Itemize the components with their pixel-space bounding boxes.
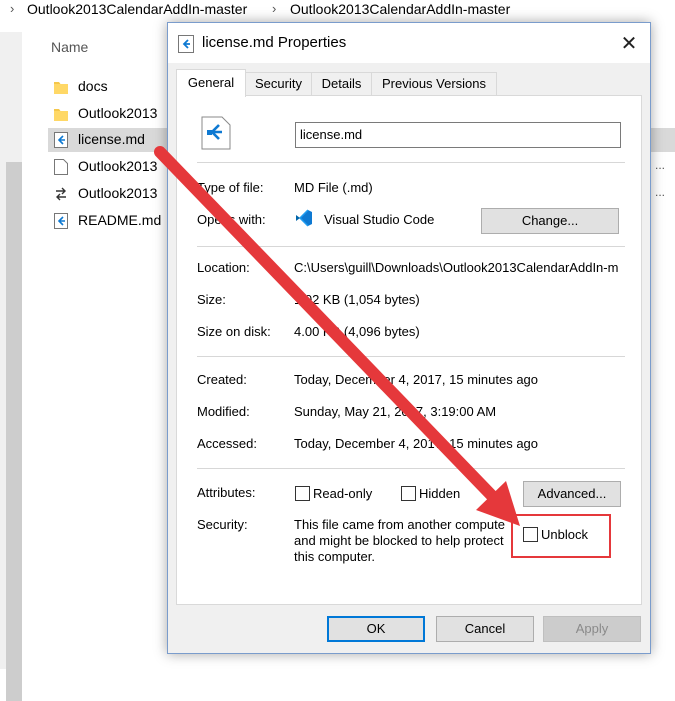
file-name: docs bbox=[78, 78, 108, 94]
scrollbar-thumb[interactable] bbox=[6, 162, 22, 701]
size-on-disk-label: Size on disk: bbox=[197, 324, 271, 339]
opens-with-label: Opens with: bbox=[197, 212, 266, 227]
security-message-line: and might be blocked to help protect bbox=[294, 533, 504, 548]
annotation-highlight-box bbox=[511, 514, 611, 558]
tab-security[interactable]: Security bbox=[245, 72, 312, 96]
read-only-checkbox[interactable] bbox=[295, 486, 310, 501]
document-icon bbox=[54, 159, 68, 175]
hidden-label: Hidden bbox=[419, 486, 461, 501]
created-label: Created: bbox=[197, 372, 247, 387]
dialog-title: license.md Properties bbox=[202, 34, 347, 51]
size-on-disk-value: 4.00 KB (4,096 bytes) bbox=[294, 324, 420, 339]
size-value: 1.02 KB (1,054 bytes) bbox=[294, 292, 420, 307]
divider bbox=[197, 246, 625, 247]
breadcrumb-chevron-icon: › bbox=[272, 1, 277, 16]
modified-value: Sunday, May 21, 2017, 3:19:00 AM bbox=[294, 404, 497, 419]
modified-label: Modified: bbox=[197, 404, 250, 419]
truncated-column-text: ... bbox=[655, 158, 666, 172]
divider bbox=[197, 356, 625, 357]
tab-general[interactable]: General bbox=[176, 69, 246, 97]
scrollbar-track[interactable] bbox=[0, 32, 22, 701]
cancel-button[interactable]: Cancel bbox=[436, 616, 534, 642]
general-panel: license.md Type of file: MD File (.md) O… bbox=[176, 95, 642, 605]
shortcut-icon bbox=[56, 187, 66, 201]
breadcrumb-item[interactable]: Outlook2013CalendarAddIn-master bbox=[27, 1, 247, 17]
breadcrumb: › Outlook2013CalendarAddIn-master › Outl… bbox=[0, 0, 675, 22]
truncated-column-text: ... bbox=[655, 185, 666, 199]
read-only-label: Read-only bbox=[313, 486, 373, 501]
file-name: Outlook2013 bbox=[78, 185, 158, 201]
column-header-name[interactable]: Name bbox=[51, 39, 88, 55]
tab-details[interactable]: Details bbox=[311, 72, 372, 96]
divider bbox=[197, 468, 625, 469]
properties-dialog: license.md Properties ✕ General Security… bbox=[167, 22, 651, 654]
vscode-icon bbox=[296, 209, 312, 227]
type-of-file-value: MD File (.md) bbox=[294, 180, 373, 195]
vscode-file-icon bbox=[54, 213, 68, 229]
breadcrumb-item[interactable]: Outlook2013CalendarAddIn-master bbox=[290, 1, 510, 17]
filename-input[interactable]: license.md bbox=[295, 122, 621, 148]
file-name: Outlook2013 bbox=[78, 105, 158, 121]
file-name: license.md bbox=[78, 131, 145, 147]
file-name: Outlook2013 bbox=[78, 158, 158, 174]
security-message: This file came from another compute and … bbox=[294, 517, 509, 567]
close-button[interactable]: ✕ bbox=[614, 29, 644, 59]
security-label: Security: bbox=[197, 517, 248, 532]
vscode-file-icon bbox=[201, 116, 231, 150]
folder-icon bbox=[54, 109, 68, 121]
accessed-value: Today, December 4, 2017, 15 minutes ago bbox=[294, 436, 539, 451]
folder-icon bbox=[54, 82, 68, 94]
hidden-checkbox[interactable] bbox=[401, 486, 416, 501]
tab-previous-versions[interactable]: Previous Versions bbox=[371, 72, 497, 96]
change-button[interactable]: Change... bbox=[481, 208, 619, 234]
location-value: C:\Users\guill\Downloads\Outlook2013Cale… bbox=[294, 260, 619, 275]
breadcrumb-chevron-icon: › bbox=[10, 1, 15, 16]
divider bbox=[197, 162, 625, 163]
security-message-line: This file came from another compute bbox=[294, 517, 505, 532]
advanced-button[interactable]: Advanced... bbox=[523, 481, 621, 507]
attributes-label: Attributes: bbox=[197, 485, 256, 500]
file-name: README.md bbox=[78, 212, 162, 228]
vscode-file-icon bbox=[178, 35, 194, 53]
vscode-file-icon bbox=[54, 132, 68, 148]
filename-value: license.md bbox=[300, 127, 363, 142]
close-icon: ✕ bbox=[620, 33, 638, 55]
accessed-label: Accessed: bbox=[197, 436, 257, 451]
type-of-file-label: Type of file: bbox=[197, 180, 264, 195]
created-value: Today, December 4, 2017, 15 minutes ago bbox=[294, 372, 539, 387]
opens-with-value: Visual Studio Code bbox=[324, 212, 435, 227]
security-message-line: this computer. bbox=[294, 549, 375, 564]
location-label: Location: bbox=[197, 260, 250, 275]
apply-button[interactable]: Apply bbox=[543, 616, 641, 642]
ok-button[interactable]: OK bbox=[327, 616, 425, 642]
title-bar[interactable]: license.md Properties ✕ bbox=[168, 23, 650, 63]
size-label: Size: bbox=[197, 292, 226, 307]
